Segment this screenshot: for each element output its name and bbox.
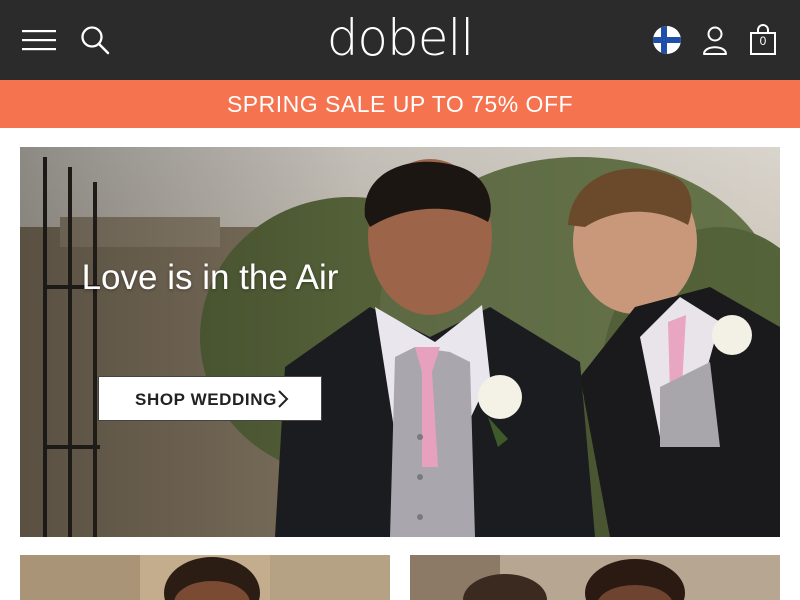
promo-tile-right[interactable] xyxy=(410,555,780,600)
shop-wedding-label: SHOP WEDDING xyxy=(135,390,277,409)
bag-count: 0 xyxy=(759,34,767,48)
shopping-bag-icon[interactable]: 0 xyxy=(748,24,778,56)
tile-photo-right xyxy=(410,555,780,600)
hamburger-menu-icon[interactable] xyxy=(22,28,56,52)
chevron-right-icon xyxy=(277,390,289,413)
promo-banner[interactable]: SPRING SALE UP TO 75% OFF xyxy=(0,80,800,128)
tile-photo-left xyxy=(20,555,390,600)
promo-tile-left[interactable] xyxy=(20,555,390,600)
hero-photo xyxy=(20,147,780,537)
finland-flag-icon[interactable] xyxy=(652,25,682,55)
search-icon[interactable] xyxy=(80,25,110,55)
user-account-icon[interactable] xyxy=(700,24,730,56)
site-header: dobell 0 xyxy=(0,0,800,80)
hero-banner[interactable]: Love is in the Air SHOP WEDDING xyxy=(20,147,780,537)
shop-wedding-button[interactable]: SHOP WEDDING xyxy=(98,376,322,421)
brand-logo[interactable]: dobell xyxy=(320,8,480,68)
hero-title: Love is in the Air xyxy=(81,258,339,297)
